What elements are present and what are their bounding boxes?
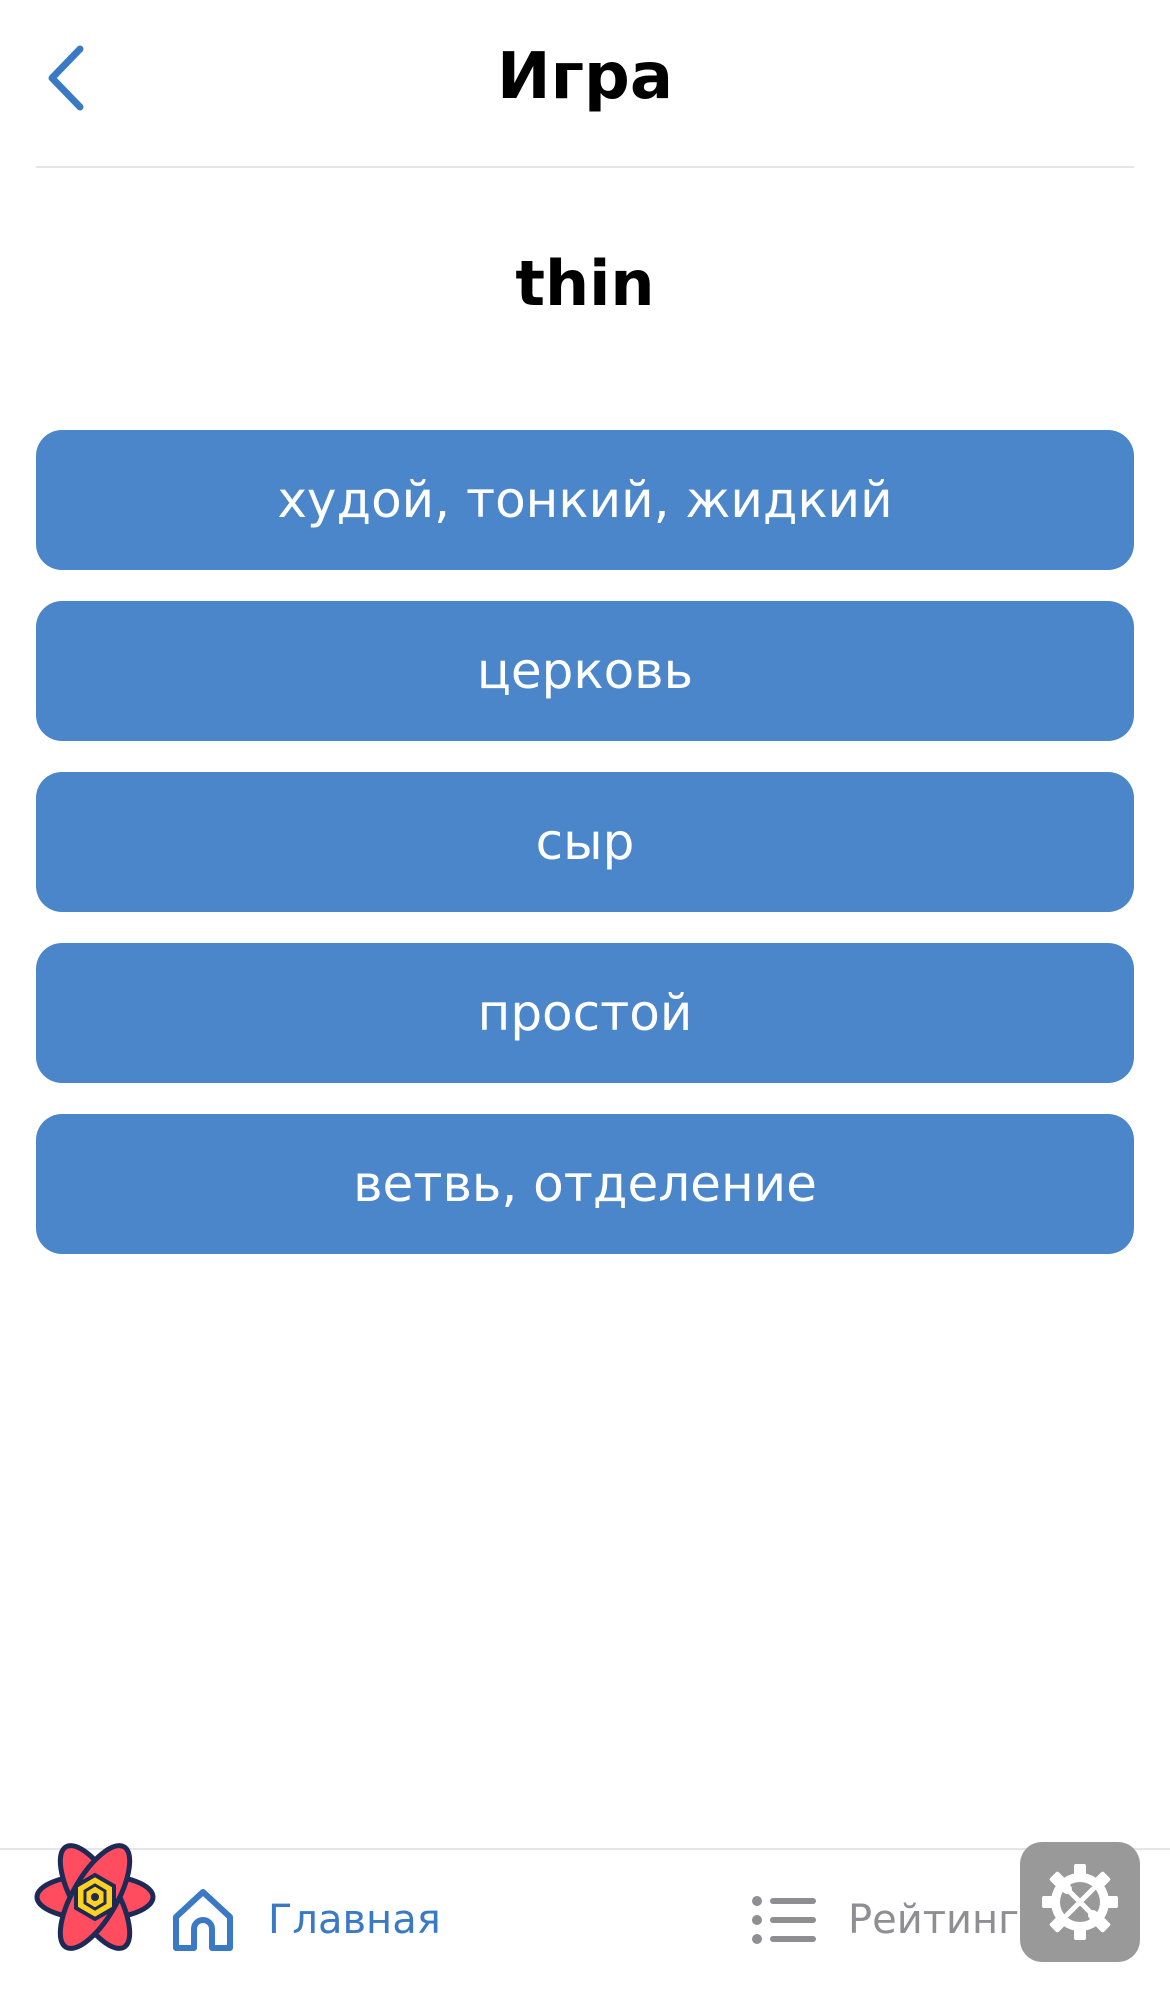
gear-tools-icon xyxy=(1042,1864,1118,1940)
settings-button[interactable] xyxy=(1020,1842,1140,1962)
header-divider xyxy=(36,166,1134,168)
tab-bar: Главная Рейтинг xyxy=(0,1848,1170,1992)
tab-home[interactable]: Главная xyxy=(168,1870,441,1970)
answer-option-4[interactable]: простой xyxy=(36,943,1134,1083)
answer-list: худой, тонкий, жидкий церковь сыр просто… xyxy=(36,430,1134,1285)
home-icon xyxy=(173,1889,233,1951)
react-atom-icon xyxy=(32,1840,158,1954)
page-title: Игра xyxy=(497,40,673,114)
answer-option-3[interactable]: сыр xyxy=(36,772,1134,912)
tab-rating[interactable]: Рейтинг xyxy=(752,1870,1019,1970)
list-icon xyxy=(752,1896,816,1944)
tab-bar-divider xyxy=(0,1848,1170,1850)
answer-option-2[interactable]: церковь xyxy=(36,601,1134,741)
answer-option-1[interactable]: худой, тонкий, жидкий xyxy=(36,430,1134,570)
answer-option-5[interactable]: ветвь, отделение xyxy=(36,1114,1134,1254)
question-word: thin xyxy=(515,247,655,320)
tab-home-label: Главная xyxy=(268,1897,441,1943)
header: Игра xyxy=(0,0,1170,168)
tab-rating-label: Рейтинг xyxy=(848,1897,1020,1943)
